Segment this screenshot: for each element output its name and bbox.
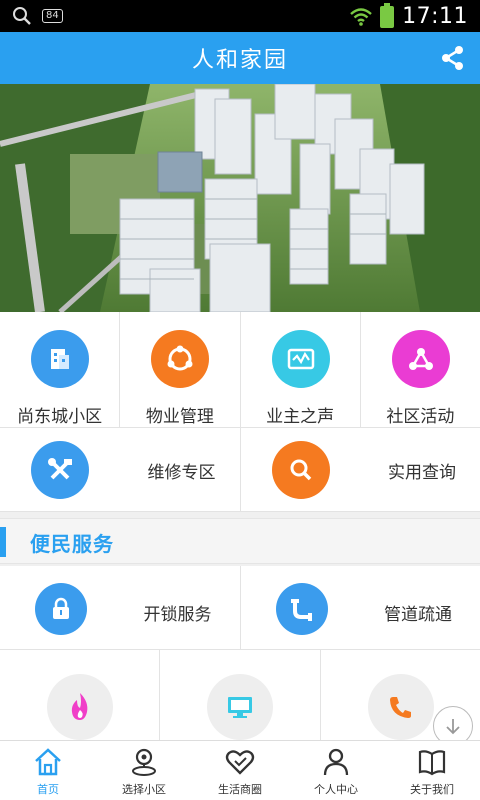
heart-icon (225, 750, 255, 775)
section-accent-bar (0, 527, 6, 557)
flame-icon (47, 674, 113, 740)
main-menu-grid: 尚东城小区 物业管理 业主之声 社区活动 (0, 312, 480, 428)
menu-item-property-management[interactable]: 物业管理 (120, 312, 241, 427)
pipe-icon (275, 583, 328, 635)
arrow-down-icon (446, 719, 460, 735)
page-title: 人和家园 (191, 48, 288, 73)
menu-item-community[interactable]: 尚东城小区 (0, 312, 121, 427)
voice-icon (271, 330, 330, 388)
service-item-label: 管道疏通 (384, 605, 452, 625)
tab-home[interactable]: 首页 (0, 741, 96, 800)
tab-label: 首页 (37, 783, 59, 796)
menu-item-label: 尚东城小区 (17, 407, 103, 427)
tab-label: 选择小区 (122, 783, 166, 796)
notification-badge: 84 (42, 9, 63, 23)
book-icon (418, 750, 446, 776)
section-header: 便民服务 (0, 518, 480, 564)
service-item-unlock[interactable]: 开锁服务 (0, 566, 241, 649)
services-grid: 开锁服务 管道疏通 (0, 566, 480, 650)
battery-icon (380, 2, 395, 28)
menu-item-owner-voice[interactable]: 业主之声 (241, 312, 361, 427)
lock-icon (35, 583, 87, 635)
services-grid-row2 (0, 650, 480, 740)
service-item-label: 开锁服务 (143, 605, 212, 625)
section-title: 便民服务 (30, 532, 114, 556)
person-icon (323, 748, 349, 776)
menu-item-query[interactable]: 实用查询 (241, 428, 480, 511)
tab-life-circle[interactable]: 生活商圈 (192, 741, 288, 800)
wifi-icon (350, 7, 372, 26)
secondary-menu-grid: 维修专区 实用查询 (0, 428, 480, 512)
service-item-appliance[interactable] (160, 650, 321, 740)
location-icon (132, 748, 156, 776)
home-icon (35, 748, 61, 776)
bottom-tab-bar: 首页 选择小区 生活商圈 个人中心 关于我们 (0, 740, 480, 800)
network-icon (391, 330, 450, 388)
menu-item-community-events[interactable]: 社区活动 (361, 312, 480, 427)
menu-item-repair[interactable]: 维修专区 (0, 428, 241, 511)
menu-item-label: 实用查询 (388, 463, 456, 483)
tab-label: 个人中心 (314, 783, 358, 796)
status-bar: 84 17:11 (0, 0, 480, 32)
share-icon[interactable] (438, 44, 466, 72)
service-item-pipe[interactable]: 管道疏通 (241, 566, 480, 649)
menu-item-label: 业主之声 (266, 407, 335, 427)
search-icon (13, 7, 31, 25)
tools-icon (31, 441, 89, 499)
phone-icon (367, 674, 434, 740)
service-item-gas[interactable] (0, 650, 161, 740)
clock: 17:11 (402, 4, 468, 29)
menu-item-label: 社区活动 (386, 407, 455, 427)
app-header: 人和家园 (0, 32, 480, 84)
tab-label: 生活商圈 (218, 783, 262, 796)
tab-select-community[interactable]: 选择小区 (96, 741, 192, 800)
banner-image[interactable] (0, 84, 480, 312)
building-icon (31, 330, 89, 388)
tab-label: 关于我们 (410, 783, 454, 796)
share-circle-icon (151, 330, 210, 388)
tab-about-us[interactable]: 关于我们 (384, 741, 480, 800)
search-icon (271, 441, 330, 499)
monitor-icon (207, 674, 274, 740)
menu-item-label: 物业管理 (145, 407, 214, 427)
tab-personal-center[interactable]: 个人中心 (288, 741, 384, 800)
menu-item-label: 维修专区 (147, 463, 216, 483)
